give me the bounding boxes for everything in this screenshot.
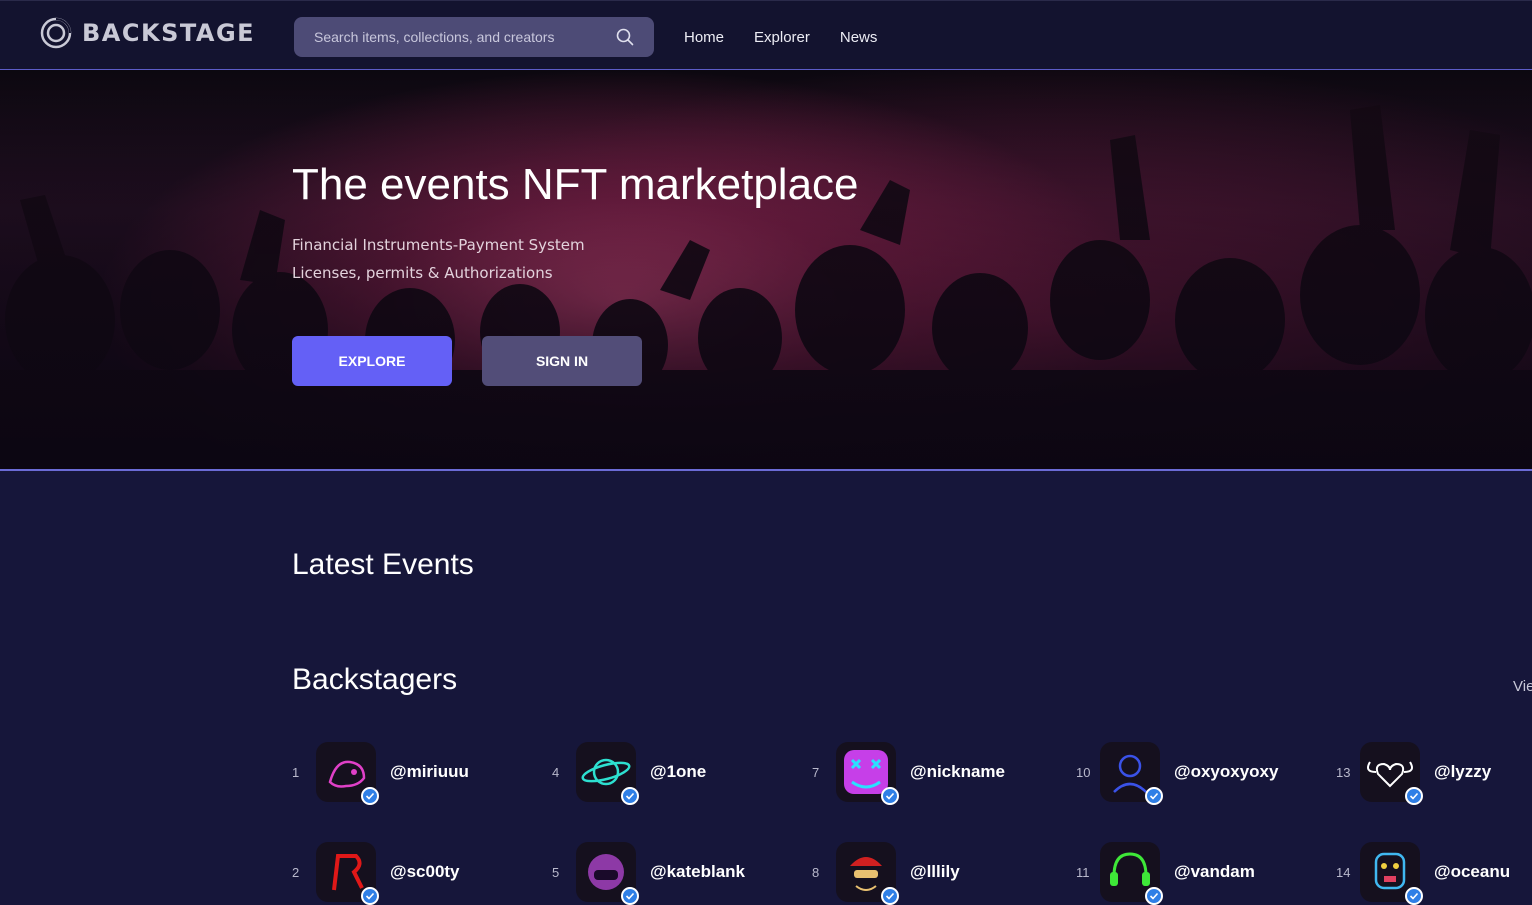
view-all-link[interactable]: Vie (1513, 678, 1532, 695)
creator-handle[interactable]: @kateblank (650, 862, 745, 882)
creator-handle[interactable]: @oceanu (1434, 862, 1510, 882)
creator-avatar[interactable] (316, 842, 379, 905)
hero-title: The events NFT marketplace (292, 160, 859, 209)
creator-rank: 1 (292, 764, 300, 780)
creator-handle[interactable]: @sc00ty (390, 862, 460, 882)
creator-item[interactable]: 2 @sc00ty (292, 842, 460, 905)
creator-handle[interactable]: @1one (650, 762, 706, 782)
creator-avatar[interactable] (316, 742, 379, 805)
concert-crowd-illustration (0, 70, 1532, 469)
creator-item[interactable]: 14 @oceanu (1336, 842, 1510, 905)
creator-rank: 4 (552, 764, 560, 780)
search-input[interactable] (294, 17, 594, 57)
creator-handle[interactable]: @oxyoxyoxy (1174, 762, 1278, 782)
verified-check-icon (1145, 787, 1163, 805)
creator-handle[interactable]: @vandam (1174, 862, 1255, 882)
hero-subtitle-line-1: Financial Instruments-Payment System (292, 236, 585, 254)
brand-name: BACKSTAGE (82, 19, 256, 47)
creator-handle[interactable]: @lllily (910, 862, 960, 882)
creator-rank: 8 (812, 864, 820, 880)
creator-avatar[interactable] (576, 842, 639, 905)
creator-rank: 14 (1336, 864, 1351, 880)
verified-check-icon (1405, 787, 1423, 805)
creator-item[interactable]: 8 @lllily (812, 842, 960, 905)
creator-rank: 13 (1336, 764, 1351, 780)
hero-banner: The events NFT marketplace Financial Ins… (0, 70, 1532, 471)
creator-rank: 2 (292, 864, 300, 880)
creator-item[interactable]: 7 @nickname (812, 742, 1005, 805)
nav-news[interactable]: News (840, 29, 878, 46)
backstagers-heading: Backstagers (292, 663, 458, 696)
creator-item[interactable]: 1 @miriuuu (292, 742, 469, 805)
hero-subtitle-line-2: Licenses, permits & Authorizations (292, 264, 553, 282)
creator-handle[interactable]: @miriuuu (390, 762, 469, 782)
verified-check-icon (621, 787, 639, 805)
sign-in-button[interactable]: SIGN IN (482, 336, 642, 386)
creator-item[interactable]: 4 @1one (552, 742, 706, 805)
search-icon[interactable] (616, 28, 634, 46)
creator-rank: 11 (1076, 864, 1090, 880)
verified-check-icon (361, 787, 379, 805)
creator-handle[interactable]: @lyzzy (1434, 762, 1491, 782)
creator-item[interactable]: 11 @vandam (1076, 842, 1255, 905)
creator-item[interactable]: 13 @lyzzy (1336, 742, 1491, 805)
brand-logo[interactable]: BACKSTAGE (40, 17, 255, 49)
latest-events-heading: Latest Events (292, 548, 474, 581)
creator-rank: 7 (812, 764, 820, 780)
creator-rank: 10 (1076, 764, 1091, 780)
creator-item[interactable]: 5 @kateblank (552, 842, 745, 905)
nav-explorer[interactable]: Explorer (754, 29, 810, 46)
verified-check-icon (881, 787, 899, 805)
creator-avatar[interactable] (1100, 842, 1163, 905)
logo-ring-icon (40, 17, 72, 49)
creator-rank: 5 (552, 864, 560, 880)
creator-avatar[interactable] (1360, 742, 1423, 805)
creator-avatar[interactable] (836, 742, 899, 805)
creator-avatar[interactable] (1360, 842, 1423, 905)
creator-avatar[interactable] (576, 742, 639, 805)
search-bar (294, 17, 654, 57)
creator-handle[interactable]: @nickname (910, 762, 1005, 782)
top-navigation-bar: BACKSTAGE Home Explorer News (0, 0, 1532, 70)
nav-home[interactable]: Home (684, 29, 724, 46)
creator-item[interactable]: 10 @oxyoxyoxy (1076, 742, 1278, 805)
explore-button[interactable]: EXPLORE (292, 336, 452, 386)
main-nav: Home Explorer News (684, 29, 877, 46)
creator-avatar[interactable] (836, 842, 899, 905)
creator-avatar[interactable] (1100, 742, 1163, 805)
